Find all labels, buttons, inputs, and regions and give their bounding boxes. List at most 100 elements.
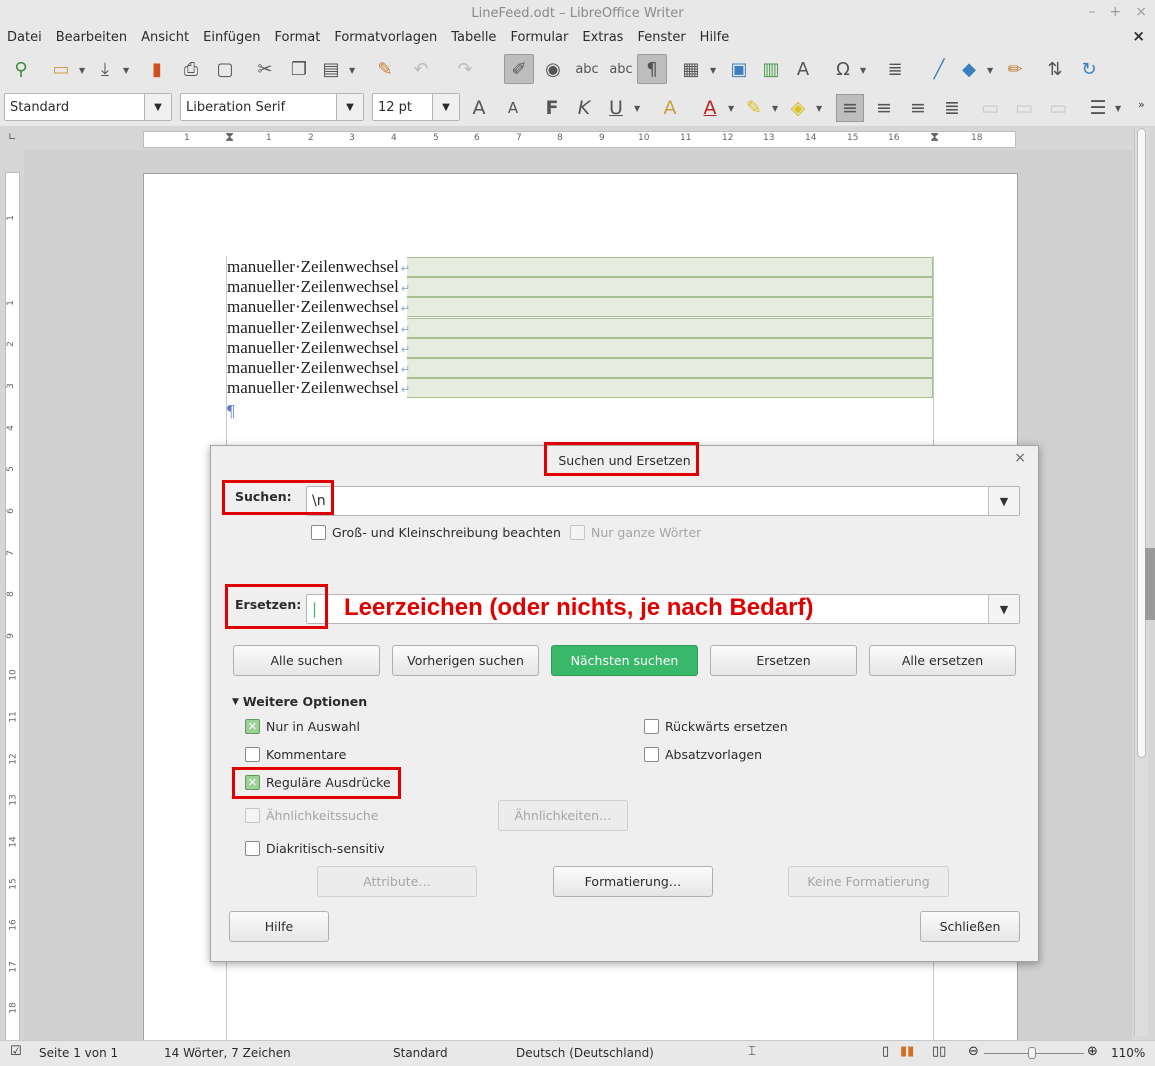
- ruler-indent-marker[interactable]: ⧗: [225, 130, 234, 145]
- language-status[interactable]: Deutsch (Deutschland): [516, 1046, 654, 1060]
- menu-formatvorlagen[interactable]: Formatvorlagen: [327, 30, 444, 45]
- close-window-button[interactable]: ×: [1135, 4, 1147, 20]
- insert-chart-icon[interactable]: ▥: [756, 54, 786, 84]
- replace-all-button[interactable]: Alle ersetzen: [869, 645, 1016, 676]
- list-icon[interactable]: ☰: [1084, 94, 1112, 122]
- align-center-icon[interactable]: ≡: [870, 94, 898, 122]
- increase-font-icon[interactable]: A: [465, 94, 493, 122]
- autospell-icon[interactable]: abc: [606, 54, 636, 84]
- close-document-button[interactable]: ×: [1132, 27, 1145, 45]
- save-icon[interactable]: ⤓: [90, 54, 120, 84]
- maximize-button[interactable]: +: [1110, 4, 1122, 20]
- menu-fenster[interactable]: Fenster: [630, 30, 692, 45]
- chevron-down-icon[interactable]: ▼: [349, 66, 355, 75]
- page-style-status[interactable]: Standard: [393, 1046, 448, 1060]
- chevron-down-icon[interactable]: ▼: [710, 66, 716, 75]
- document-line[interactable]: manueller·Zeilenwechsel ↵: [227, 338, 410, 358]
- chevron-down-icon[interactable]: ▼: [144, 94, 171, 120]
- find-all-button[interactable]: Alle suchen: [233, 645, 380, 676]
- sidebar-handle[interactable]: [1145, 548, 1155, 620]
- line-icon[interactable]: ╱: [924, 54, 954, 84]
- font-name-combo[interactable]: Liberation Serif ▼: [180, 93, 364, 121]
- ruler-right-indent-marker[interactable]: ⧗: [930, 130, 939, 145]
- comments-checkbox[interactable]: Kommentare: [245, 747, 346, 762]
- checkbox-box[interactable]: [245, 747, 260, 762]
- find-previous-button[interactable]: Vorherigen suchen: [392, 645, 539, 676]
- highlight-icon[interactable]: ✎: [740, 94, 768, 122]
- chevron-down-icon[interactable]: ▼: [987, 66, 993, 75]
- diacritics-checkbox[interactable]: Diakritisch-sensitiv: [245, 841, 385, 856]
- paragraph-styles-checkbox[interactable]: Absatzvorlagen: [644, 747, 762, 762]
- zoom-slider-handle[interactable]: [1028, 1047, 1036, 1059]
- clear-formatting-icon[interactable]: A: [656, 94, 684, 122]
- single-page-view-icon[interactable]: ▯: [882, 1044, 889, 1059]
- special-character-icon[interactable]: Ω: [828, 54, 858, 84]
- menu-einfuegen[interactable]: Einfügen: [196, 30, 267, 45]
- copy-icon[interactable]: ❐: [284, 54, 314, 84]
- refresh-icon[interactable]: ↻: [1074, 54, 1104, 84]
- close-button[interactable]: Schließen: [920, 911, 1020, 942]
- formatting-marks-icon[interactable]: ¶: [637, 54, 667, 84]
- redo-icon[interactable]: ↷: [450, 54, 480, 84]
- vertical-ruler[interactable]: 1 1 2 3 4 5 6 7 8 9 10 11 12 13 14 15 16…: [5, 172, 20, 1042]
- menu-formular[interactable]: Formular: [503, 30, 575, 45]
- search-input[interactable]: \n ▼: [306, 486, 1020, 516]
- basic-shapes-icon[interactable]: ◆: [954, 54, 984, 84]
- zoom-in-icon[interactable]: ⊕: [1087, 1044, 1098, 1059]
- chevron-down-icon[interactable]: ▼: [79, 66, 85, 75]
- word-count[interactable]: 14 Wörter, 7 Zeichen: [164, 1046, 291, 1060]
- scrollbar-thumb[interactable]: [1137, 128, 1146, 758]
- menu-hilfe[interactable]: Hilfe: [693, 30, 737, 45]
- menu-bearbeiten[interactable]: Bearbeiten: [49, 30, 134, 45]
- undo-icon[interactable]: ↶: [406, 54, 436, 84]
- toolbar-overflow-icon[interactable]: »: [1138, 98, 1145, 111]
- backwards-checkbox[interactable]: Rückwärts ersetzen: [644, 719, 788, 734]
- print-icon[interactable]: ⎙: [176, 54, 206, 84]
- help-button[interactable]: Hilfe: [229, 911, 329, 942]
- paste-icon[interactable]: ▤: [316, 54, 346, 84]
- replace-button[interactable]: Ersetzen: [710, 645, 857, 676]
- font-size-combo[interactable]: 12 pt ▼: [372, 93, 460, 121]
- checkbox-box[interactable]: ✕: [245, 719, 260, 734]
- bold-button[interactable]: F: [538, 94, 566, 122]
- document-line[interactable]: manueller·Zeilenwechsel ↵: [227, 297, 410, 317]
- checkbox-box[interactable]: [644, 747, 659, 762]
- insert-textbox-icon[interactable]: A: [788, 54, 818, 84]
- open-folder-icon[interactable]: ▭: [46, 54, 76, 84]
- chevron-down-icon[interactable]: ▼: [988, 595, 1019, 623]
- document-line[interactable]: manueller·Zeilenwechsel ↵: [227, 378, 410, 398]
- checkbox-box[interactable]: [311, 525, 326, 540]
- no-format-button[interactable]: Keine Formatierung: [788, 866, 949, 897]
- document-line[interactable]: manueller·Zeilenwechsel ↵: [227, 257, 410, 277]
- chevron-down-icon[interactable]: ▼: [860, 66, 866, 75]
- chevron-down-icon[interactable]: ▼: [432, 94, 459, 120]
- checkbox-box[interactable]: [245, 841, 260, 856]
- find-next-button[interactable]: Nächsten suchen: [551, 645, 698, 676]
- chevron-down-icon[interactable]: ▼: [772, 104, 778, 113]
- insert-mode-icon[interactable]: ⌶: [748, 1044, 756, 1059]
- line-spacing-icon[interactable]: ▭: [1044, 94, 1072, 122]
- background-color-icon[interactable]: ◈: [784, 94, 812, 122]
- clone-formatting-icon[interactable]: ✎: [370, 54, 400, 84]
- menu-extras[interactable]: Extras: [575, 30, 630, 45]
- paragraph-style-combo[interactable]: Standard ▼: [4, 93, 172, 121]
- track-changes-icon[interactable]: ⇅: [1040, 54, 1070, 84]
- whole-words-checkbox[interactable]: Nur ganze Wörter: [570, 525, 701, 540]
- similarity-checkbox[interactable]: Ähnlichkeitssuche: [245, 808, 378, 823]
- decrease-spacing-icon[interactable]: ▭: [1010, 94, 1038, 122]
- attributes-button[interactable]: Attribute…: [317, 866, 477, 897]
- chevron-down-icon[interactable]: ▼: [816, 104, 822, 113]
- menu-datei[interactable]: Datei: [0, 30, 49, 45]
- insert-table-icon[interactable]: ▦: [676, 54, 706, 84]
- checkbox-box[interactable]: [644, 719, 659, 734]
- page-status[interactable]: Seite 1 von 1: [39, 1046, 118, 1060]
- book-view-icon[interactable]: ▯▯: [932, 1044, 946, 1059]
- horizontal-ruler[interactable]: 1 ⧗ 1 2 3 4 5 6 7 8 9 10 11 12 13 14 15 …: [143, 130, 1016, 148]
- minimize-button[interactable]: –: [1089, 4, 1096, 20]
- font-color-icon[interactable]: A: [696, 94, 724, 122]
- navigator-icon[interactable]: ◉: [538, 54, 568, 84]
- chevron-down-icon[interactable]: ▼: [336, 94, 363, 120]
- menu-tabelle[interactable]: Tabelle: [444, 30, 503, 45]
- justify-icon[interactable]: ≣: [938, 94, 966, 122]
- cut-icon[interactable]: ✂: [250, 54, 280, 84]
